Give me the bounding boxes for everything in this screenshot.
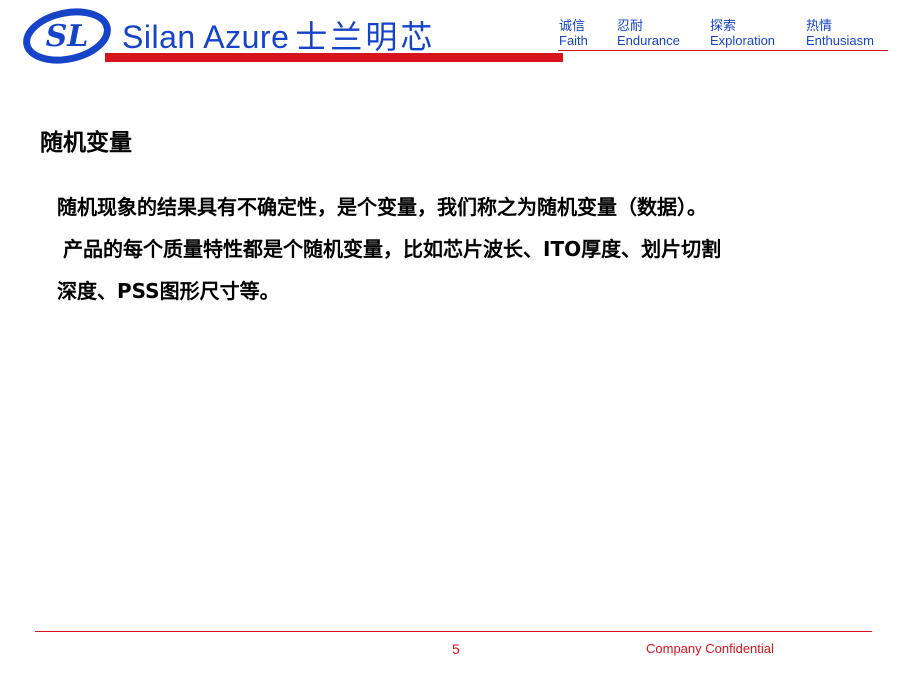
footer-divider <box>35 631 872 632</box>
logo-text: SL <box>46 19 89 54</box>
value-en: Enthusiasm <box>806 32 874 48</box>
value-cn: 探索 <box>710 19 737 34</box>
brand-title: Silan Azure 士兰明芯 <box>122 12 435 58</box>
sl-logo-icon: SL <box>23 8 111 64</box>
brand-name: Silan Azure <box>122 19 290 55</box>
value-endurance: 忍耐 Endurance <box>617 20 680 47</box>
value-cn: 热情 <box>806 19 833 34</box>
value-cn: 忍耐 <box>617 19 644 34</box>
paragraph-2: 产品的每个质量特性都是个随机变量，比如芯片波长、ITO厚度、划片切割 <box>63 237 722 261</box>
value-en: Endurance <box>617 32 680 48</box>
brand-name-cn: 士兰明芯 <box>295 18 436 56</box>
value-faith: 诚信 Faith <box>559 20 588 47</box>
value-cn: 诚信 <box>559 19 586 34</box>
slide-title: 随机变量 <box>40 130 132 156</box>
value-en: Faith <box>559 32 588 48</box>
paragraph-3: 深度、PSS图形尺寸等。 <box>57 279 280 303</box>
company-logo: SL <box>22 8 112 64</box>
value-exploration: 探索 Exploration <box>710 20 775 47</box>
page-number: 5 <box>452 641 460 657</box>
values-underline <box>558 50 888 51</box>
header-red-bar <box>105 53 563 62</box>
slide-body: 随机现象的结果具有不确定性，是个变量，我们称之为随机变量（数据）。 产品的每个质… <box>57 186 857 312</box>
confidential-label: Company Confidential <box>646 641 774 656</box>
value-en: Exploration <box>710 32 776 48</box>
paragraph-1: 随机现象的结果具有不确定性，是个变量，我们称之为随机变量（数据）。 <box>57 195 707 219</box>
value-enthusiasm: 热情 Enthusiasm <box>806 20 874 47</box>
